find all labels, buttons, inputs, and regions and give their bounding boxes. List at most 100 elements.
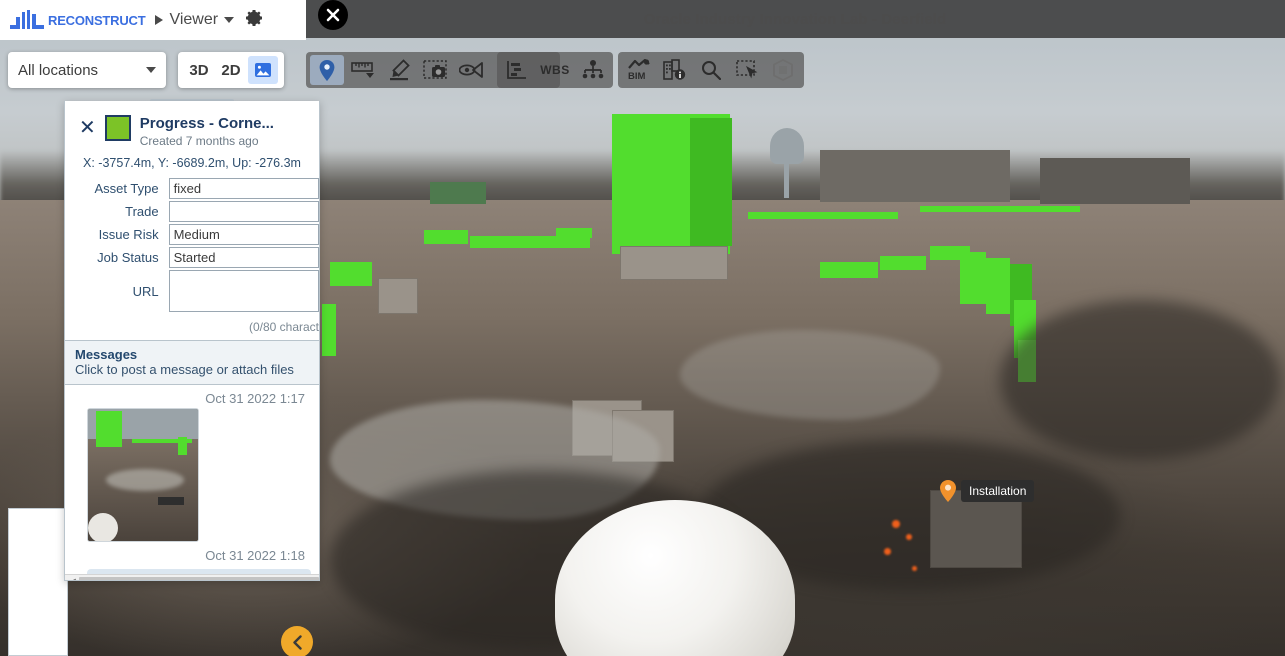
close-viewer-button[interactable] bbox=[318, 0, 348, 30]
building-info-button[interactable] bbox=[658, 55, 692, 85]
asset-type-field[interactable]: fixed bbox=[168, 178, 319, 200]
reconstruct-logo-icon bbox=[10, 10, 44, 29]
play-triangle-icon bbox=[155, 15, 164, 25]
message-timestamp: Oct 31 2022 1:17 bbox=[205, 391, 305, 407]
ember bbox=[906, 534, 912, 540]
mode-image-button[interactable] bbox=[248, 56, 278, 84]
ruler-icon bbox=[351, 62, 374, 78]
form-row: URL bbox=[65, 270, 319, 313]
chevron-down-icon bbox=[146, 67, 156, 73]
panel-title: Progress - Corne... bbox=[139, 115, 274, 132]
cube-icon bbox=[773, 59, 793, 81]
visibility-icon bbox=[459, 62, 483, 78]
measure-tool-button[interactable] bbox=[346, 55, 380, 85]
water-tower-leg bbox=[784, 158, 789, 198]
installation-marker[interactable]: Installation bbox=[940, 480, 1035, 502]
scrollbar-thumb[interactable] bbox=[79, 577, 319, 580]
bottom-left-panel bbox=[8, 508, 68, 656]
asset-detail-panel: ✕ Progress - Corne... Created 7 months a… bbox=[64, 101, 320, 581]
gear-icon bbox=[246, 9, 263, 26]
green-overlay-slab bbox=[424, 230, 468, 244]
column-base bbox=[620, 246, 728, 280]
location-select-value: All locations bbox=[18, 61, 99, 79]
mode-3d-button[interactable]: 3D bbox=[184, 56, 214, 84]
job-status-label: Job Status bbox=[97, 250, 159, 266]
messages-header[interactable]: Messages Click to post a message or atta… bbox=[65, 340, 319, 386]
asset-type-label: Asset Type bbox=[94, 181, 159, 197]
hierarchy-tool-button[interactable] bbox=[577, 55, 609, 85]
url-char-count: (0/80 charact bbox=[248, 320, 319, 335]
ember bbox=[912, 566, 917, 571]
pin-icon bbox=[319, 59, 335, 81]
issue-risk-label: Issue Risk bbox=[98, 227, 159, 243]
brand-name: RECONSTRUCT bbox=[48, 12, 146, 28]
gantt-icon bbox=[507, 61, 527, 79]
search-icon bbox=[702, 61, 721, 80]
messages-horizontal-scrollbar[interactable]: ◀ bbox=[65, 574, 319, 580]
message-image[interactable] bbox=[87, 408, 199, 543]
brand-header: RECONSTRUCT Viewer bbox=[0, 0, 306, 40]
asset-coordinates: X: -3757.4m, Y: -6689.2m, Up: -276.3m bbox=[83, 156, 301, 171]
url-field[interactable] bbox=[168, 270, 319, 313]
bim-icon: BIM bbox=[628, 59, 650, 81]
messages-hint: Click to post a message or attach files bbox=[75, 362, 294, 378]
close-icon bbox=[326, 8, 340, 22]
panel-header: ✕ Progress - Corne... Created 7 months a… bbox=[65, 101, 319, 150]
marquee-select-icon bbox=[736, 60, 758, 79]
toolbar-group-model: BIM bbox=[618, 52, 804, 88]
scroll-left-arrow-icon[interactable]: ◀ bbox=[65, 577, 79, 580]
pin-tool-button[interactable] bbox=[310, 55, 344, 85]
form-row: Job Status Started bbox=[65, 247, 319, 269]
form-row: Asset Type fixed bbox=[65, 178, 319, 200]
org-tree-icon bbox=[582, 60, 604, 79]
mode-2d-button[interactable]: 2D bbox=[216, 56, 246, 84]
green-overlay-slab bbox=[880, 256, 926, 270]
green-overlay-line bbox=[920, 206, 1080, 212]
viewer-menu-label: Viewer bbox=[169, 11, 219, 28]
panel-close-button[interactable]: ✕ bbox=[79, 118, 96, 138]
green-overlay-slab bbox=[330, 262, 372, 286]
site-trailer bbox=[820, 150, 1010, 202]
issue-risk-field[interactable]: Medium bbox=[168, 224, 319, 246]
map-pin-icon bbox=[940, 480, 956, 502]
bim-tool-button[interactable]: BIM bbox=[622, 55, 656, 85]
green-overlay-post bbox=[322, 304, 336, 356]
green-overlay-column-side bbox=[690, 118, 732, 246]
green-overlay-wall bbox=[986, 258, 1010, 314]
form-row: Trade bbox=[65, 201, 319, 223]
trade-label: Trade bbox=[125, 204, 159, 220]
chevron-left-icon bbox=[292, 634, 302, 650]
ember bbox=[884, 548, 891, 555]
asset-color-swatch[interactable] bbox=[104, 115, 131, 141]
green-overlay-slab bbox=[820, 262, 878, 278]
visibility-tool-button[interactable] bbox=[454, 55, 488, 85]
gantt-tool-button[interactable] bbox=[501, 55, 533, 85]
asset-form: Asset Type fixed Trade Issue Risk Medium… bbox=[65, 178, 319, 340]
chevron-down-icon bbox=[224, 17, 235, 23]
marker-tooltip: Installation bbox=[961, 480, 1035, 502]
collapse-panel-button[interactable] bbox=[281, 626, 313, 656]
image-icon bbox=[255, 63, 271, 77]
pencil-icon bbox=[390, 59, 410, 81]
annotate-tool-button[interactable] bbox=[382, 55, 416, 85]
settings-button[interactable] bbox=[244, 8, 264, 33]
toolbar-group-schedule: WBS bbox=[497, 52, 613, 88]
cube-tool-button[interactable] bbox=[766, 55, 800, 85]
app-logo[interactable]: RECONSTRUCT bbox=[10, 10, 146, 30]
mud-area bbox=[1000, 300, 1280, 460]
trade-field[interactable] bbox=[168, 201, 319, 223]
marquee-select-button[interactable] bbox=[730, 55, 764, 85]
form-row: Issue Risk Medium bbox=[65, 224, 319, 246]
job-status-field[interactable]: Started bbox=[168, 247, 319, 269]
view-mode-toggle: 3D 2D bbox=[178, 52, 284, 88]
messages-title: Messages bbox=[75, 347, 138, 363]
location-select[interactable]: All locations bbox=[8, 52, 166, 88]
snapshot-region-button[interactable] bbox=[418, 55, 452, 85]
site-building bbox=[1040, 158, 1190, 204]
wbs-tool-button[interactable]: WBS bbox=[535, 55, 575, 85]
viewer-menu[interactable]: Viewer bbox=[155, 11, 235, 29]
search-tool-button[interactable] bbox=[694, 55, 728, 85]
messages-list[interactable]: Oct 31 2022 1:17 Oct 31 2022 1:18 Produc… bbox=[65, 385, 319, 580]
green-overlay-line bbox=[748, 212, 898, 219]
page-title: Oracle Industry Innovation Lab - Deerfie… bbox=[643, 10, 947, 28]
